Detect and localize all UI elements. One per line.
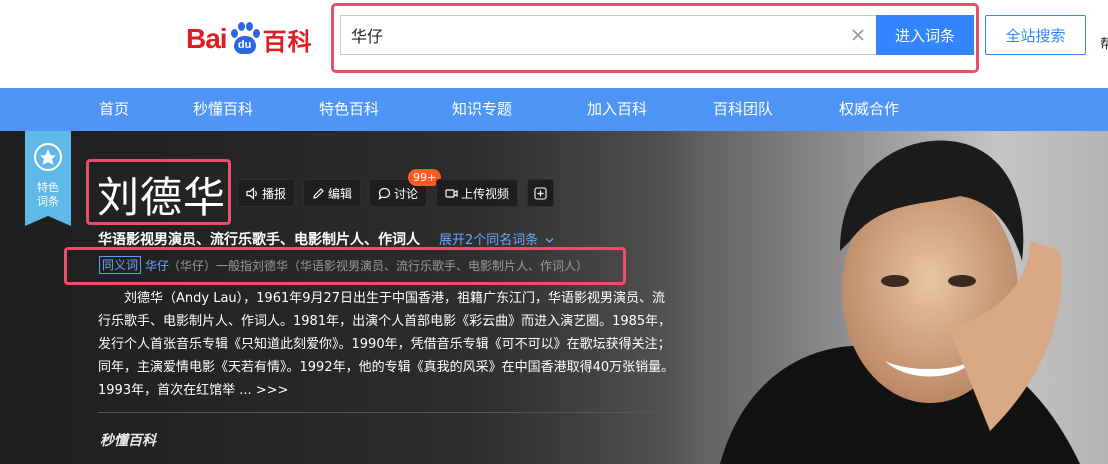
main-nav: 首页 秒懂百科 特色百科 知识专题 加入百科 百科团队 权威合作 bbox=[0, 88, 1108, 131]
nav-item-special[interactable]: 特色百科 bbox=[319, 88, 379, 131]
entry-summary: 刘德华（Andy Lau），1961年9月27日出生于中国香港，祖籍广东江门，华… bbox=[98, 287, 678, 402]
video-icon bbox=[445, 188, 458, 198]
clear-icon[interactable] bbox=[850, 27, 866, 43]
header: Bai du 百科 进入词条 全站搜索 帮 bbox=[0, 0, 1108, 88]
nav-item-team[interactable]: 百科团队 bbox=[713, 88, 773, 131]
edit-label: 编辑 bbox=[328, 186, 353, 201]
enter-entry-button[interactable]: 进入词条 bbox=[876, 15, 974, 55]
expand-homonyms-label: 展开2个同名词条 bbox=[439, 233, 539, 248]
synonym-link[interactable]: 华仔 bbox=[145, 257, 169, 274]
summary-divider bbox=[98, 412, 678, 413]
nav-item-authority[interactable]: 权威合作 bbox=[839, 88, 899, 131]
synonym-tag: 同义词 bbox=[99, 256, 142, 274]
nav-item-home[interactable]: 首页 bbox=[99, 88, 129, 131]
baidu-baike-logo[interactable]: Bai du 百科 bbox=[186, 22, 313, 56]
paw-icon: du bbox=[228, 22, 262, 56]
page-title: 刘德华 bbox=[97, 173, 227, 222]
edit-button[interactable]: 编辑 bbox=[303, 179, 362, 207]
search-box[interactable] bbox=[340, 15, 878, 55]
entry-card: 特色 词条 刘德华 播报 编辑 讨论 99+ 上传视频 华语影视男演员、流行乐歌… bbox=[0, 131, 1108, 464]
speaker-icon bbox=[246, 186, 257, 200]
summary-text: 刘德华（Andy Lau），1961年9月27日出生于中国香港，祖籍广东江门，华… bbox=[98, 291, 675, 398]
nav-item-topics[interactable]: 知识专题 bbox=[452, 88, 512, 131]
miaodong-brand[interactable]: 秒懂百科 bbox=[100, 430, 156, 450]
synonym-description: （华仔）一般指刘德华（华语影视男演员、流行乐歌手、电影制片人、作词人） bbox=[168, 259, 589, 273]
search-input[interactable] bbox=[351, 16, 831, 54]
expand-homonyms-link[interactable]: 展开2个同名词条 bbox=[439, 229, 554, 248]
play-label: 播报 bbox=[262, 186, 287, 201]
special-tag-ribbon bbox=[25, 131, 71, 226]
logo-text-baike: 百科 bbox=[262, 27, 313, 56]
chevron-down-icon bbox=[545, 238, 554, 243]
play-button[interactable]: 播报 bbox=[237, 179, 296, 207]
entry-subtitle: 华语影视男演员、流行乐歌手、电影制片人、作词人 bbox=[98, 232, 420, 248]
special-entry-tag[interactable]: 特色 词条 bbox=[25, 131, 71, 226]
read-more-link[interactable]: >>> bbox=[256, 383, 289, 398]
special-tag-text: 特色 词条 bbox=[37, 181, 59, 208]
pencil-icon bbox=[313, 187, 324, 199]
comment-icon bbox=[378, 187, 391, 200]
plus-icon bbox=[534, 186, 547, 200]
help-link-cut[interactable]: 帮 bbox=[1100, 33, 1108, 52]
upload-video-label: 上传视频 bbox=[461, 186, 510, 201]
add-button[interactable] bbox=[527, 179, 554, 207]
nav-item-miaodong[interactable]: 秒懂百科 bbox=[193, 88, 253, 131]
discuss-label: 讨论 bbox=[394, 186, 419, 201]
logo-text-du: du bbox=[233, 36, 256, 54]
nav-item-join[interactable]: 加入百科 bbox=[587, 88, 647, 131]
site-search-button[interactable]: 全站搜索 bbox=[985, 15, 1086, 55]
logo-text-bai: Bai bbox=[186, 23, 228, 54]
portrait-image bbox=[720, 140, 1080, 464]
upload-video-button[interactable]: 上传视频 bbox=[436, 179, 519, 207]
